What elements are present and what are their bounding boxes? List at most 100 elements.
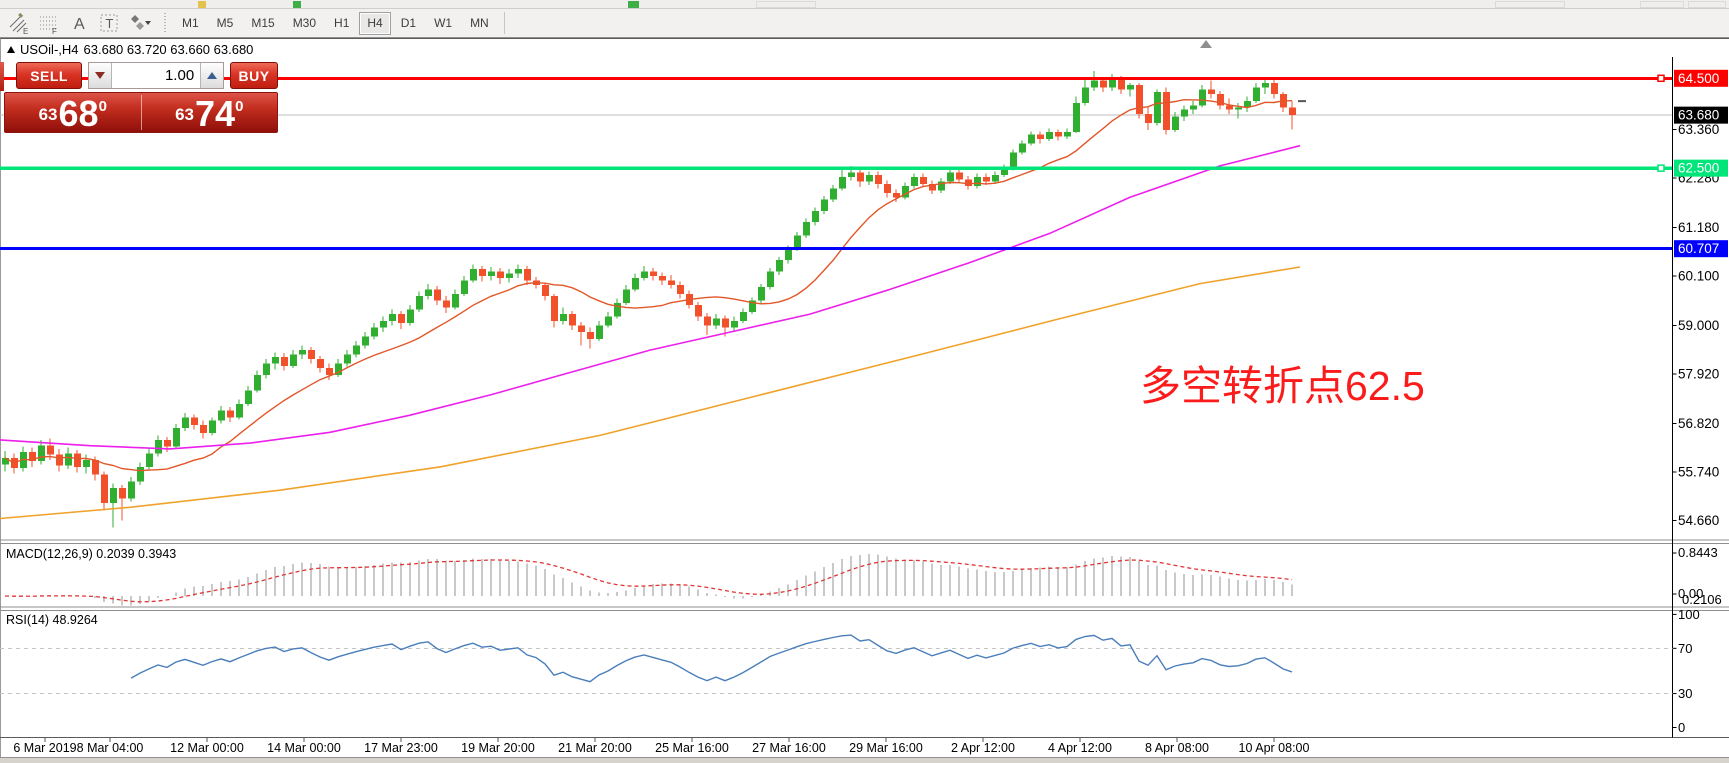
candle-body (1028, 134, 1035, 143)
candle-body (425, 289, 432, 296)
time-axis-label: 21 Mar 20:00 (558, 741, 632, 755)
candle-body (1118, 78, 1125, 89)
candle-body (1199, 90, 1206, 106)
candle-body (974, 177, 981, 186)
candle-body (137, 467, 144, 482)
ma-fast-line (5, 100, 1292, 471)
candle-body (443, 301, 450, 308)
rsi-line (131, 635, 1292, 682)
candle-body (695, 305, 702, 316)
buy-price[interactable]: 63 74 0 (142, 93, 278, 132)
candle-body (92, 460, 99, 474)
candle-body (497, 271, 504, 278)
buy-button[interactable]: BUY (230, 62, 278, 89)
candle-body (758, 287, 765, 300)
up-arrow-icon (207, 72, 217, 79)
candle-body (668, 280, 675, 284)
candle-body (560, 314, 567, 321)
candle-body (290, 355, 297, 366)
candle-body (389, 314, 396, 321)
rsi-axis-label: 0 (1678, 720, 1685, 735)
candle-body (605, 316, 612, 325)
candle-body (866, 175, 873, 182)
volume-increase-button[interactable] (200, 63, 223, 88)
price-axis-label: 54.660 (1678, 513, 1719, 528)
candle-body (875, 175, 882, 184)
candle-body (272, 357, 279, 364)
candle-body (632, 278, 639, 289)
chart-expand-triangle-icon[interactable] (7, 46, 15, 53)
time-axis-label: 12 Mar 00:00 (170, 741, 244, 755)
chart-text-annotation[interactable]: 多空转折点62.5 (1140, 352, 1425, 412)
price-axis-label: 63.360 (1678, 122, 1719, 137)
candle-body (155, 440, 162, 453)
price-axis-label: 56.820 (1678, 416, 1719, 431)
candle-body (1100, 81, 1107, 88)
sell-price[interactable]: 63 68 0 (5, 93, 141, 132)
candle-body (182, 417, 189, 427)
candle-body (821, 200, 828, 211)
candle-body (542, 285, 549, 296)
candle-body (1208, 90, 1215, 94)
candle-body (767, 271, 774, 287)
macd-indicator-label: MACD(12,26,9) 0.2039 0.3943 (6, 547, 176, 561)
candle-body (470, 269, 477, 280)
candle-body (614, 303, 621, 316)
time-axis-label: 14 Mar 00:00 (267, 741, 341, 755)
ma-medium-line (0, 146, 1300, 449)
time-axis-label: 27 Mar 16:00 (752, 741, 826, 755)
candle-body (677, 285, 684, 294)
candle-body (326, 368, 333, 375)
candle-body (191, 417, 198, 425)
candle-body (785, 249, 792, 260)
chart-symbol-label: USOil-,H4 (20, 42, 79, 57)
candle-body (281, 357, 288, 366)
chart-ohlc-quotes: 63.680 63.720 63.660 63.680 (84, 42, 254, 57)
candle-body (65, 453, 72, 465)
candle-body (1181, 110, 1188, 117)
candle-body (488, 271, 495, 275)
sell-button[interactable]: SELL (16, 62, 82, 89)
candle-body (344, 355, 351, 364)
candle-body (1019, 143, 1026, 152)
candle-body (371, 328, 378, 337)
candle-body (119, 488, 126, 498)
volume-decrease-button[interactable] (89, 63, 112, 88)
volume-stepper (88, 62, 224, 89)
candle-body (812, 211, 819, 222)
candle-body (803, 222, 810, 235)
candle-body (1046, 132, 1053, 139)
candle-body (128, 482, 135, 499)
price-axis-label: 59.000 (1678, 318, 1719, 333)
candle-body (884, 184, 891, 193)
candle-body (110, 488, 117, 503)
candle-body (299, 350, 306, 354)
macd-axis-label: 0.8443 (1678, 545, 1718, 560)
candle-body (56, 455, 63, 466)
candle-body (101, 474, 108, 502)
volume-input[interactable] (112, 63, 200, 88)
candle-body (587, 332, 594, 339)
level-line-handle (1658, 75, 1664, 81)
candle-body (200, 425, 207, 433)
price-badge-label: 60.707 (1678, 241, 1719, 256)
chart-title: USOil-,H4 63.680 63.720 63.660 63.680 (7, 42, 253, 57)
price-axis-label: 57.920 (1678, 366, 1719, 381)
price-badge-label: 64.500 (1678, 71, 1719, 86)
candle-body (839, 177, 846, 188)
candle-body (1136, 85, 1143, 114)
ma-slow-line (0, 267, 1300, 519)
candle-body (1073, 103, 1080, 132)
candle-body (524, 269, 531, 280)
candle-body (1010, 152, 1017, 168)
candle-body (713, 319, 720, 326)
candle-body (659, 276, 666, 280)
candle-body (623, 289, 630, 302)
candle-body (479, 269, 486, 276)
candle-body (551, 296, 558, 321)
time-axis-label: 2 Apr 12:00 (951, 741, 1015, 755)
candle-body (1064, 132, 1071, 136)
candle-body (983, 177, 990, 181)
candle-body (722, 319, 729, 328)
buy-price-point: 0 (235, 98, 243, 115)
